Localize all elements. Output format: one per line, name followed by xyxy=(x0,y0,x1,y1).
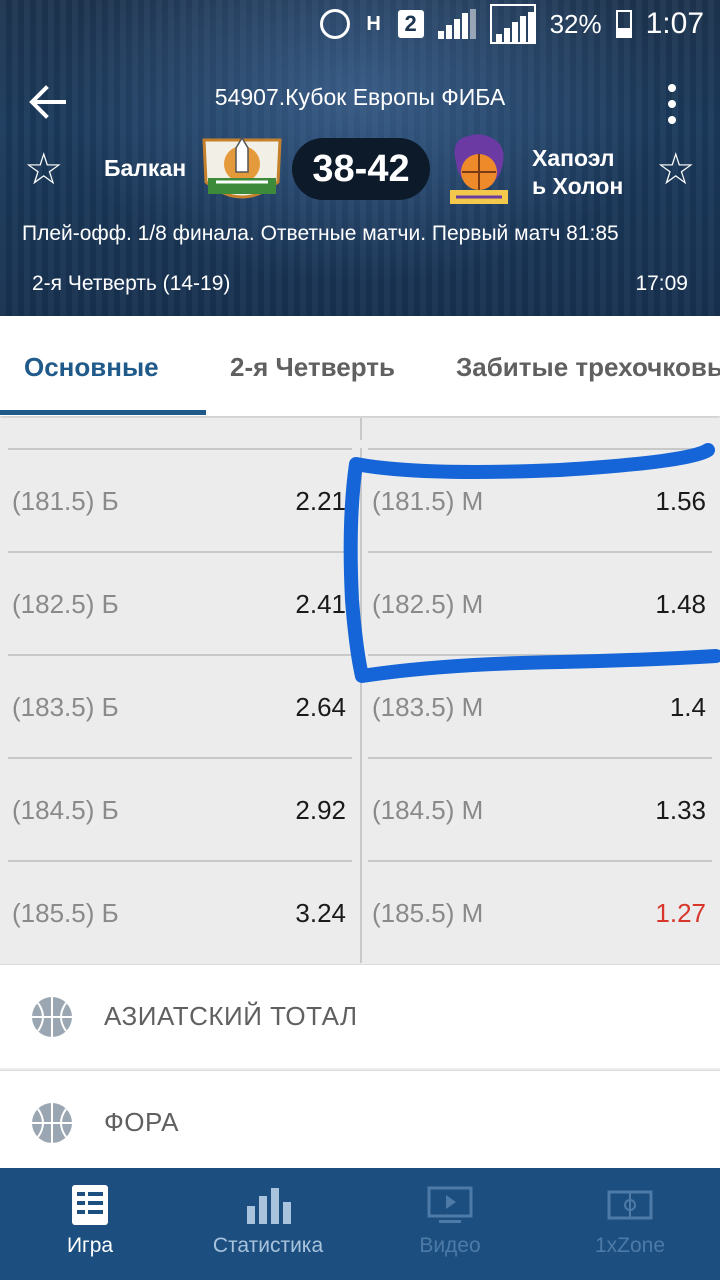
under-line-label: (182.5) М xyxy=(372,589,484,619)
over-odds-cell[interactable]: (185.5) Б 3.24 xyxy=(8,860,352,963)
column-divider xyxy=(360,448,362,551)
nav-label: 1xZone xyxy=(594,1234,666,1257)
under-odds-value: 1.33 xyxy=(655,795,706,825)
battery-percent: 32% xyxy=(549,8,602,39)
section-asian-total[interactable]: АЗИАТСКИЙ ТОТАЛ xyxy=(0,964,720,1068)
sim-badge: 2 xyxy=(397,10,424,38)
team-away-name: Хапоэл ь Холон xyxy=(532,144,623,200)
match-stage: Плей-офф. 1/8 финала. Ответные матчи. Пе… xyxy=(22,222,619,245)
under-line-label: (181.5) М xyxy=(372,486,484,516)
column-divider xyxy=(360,654,362,757)
match-clock: 17:09 xyxy=(635,272,688,295)
under-odds-value: 1.56 xyxy=(655,486,706,516)
network-type-icon: H xyxy=(364,13,384,35)
current-period: 2-я Четверть (14-19) xyxy=(32,272,231,295)
under-line-label: (183.5) М xyxy=(372,692,484,722)
under-odds-cell[interactable]: (184.5) М 1.33 xyxy=(368,757,712,860)
league-title: 54907.Кубок Европы ФИБА xyxy=(214,84,506,110)
over-odds-value: 2.92 xyxy=(295,795,346,825)
over-line-label: (183.5) Б xyxy=(12,692,119,722)
nav-game[interactable]: Игра xyxy=(0,1168,180,1280)
over-line-label: (182.5) Б xyxy=(12,589,119,619)
column-divider xyxy=(360,860,362,963)
under-odds-cell[interactable]: (182.5) М 1.48 xyxy=(368,551,712,654)
odds-row: (185.5) Б 3.24 (185.5) М 1.27 xyxy=(0,860,720,963)
under-odds-cell[interactable]: (183.5) М 1.4 xyxy=(368,654,712,757)
network-letter: H xyxy=(366,13,381,35)
more-options-icon[interactable] xyxy=(660,84,684,124)
tab-second-quarter[interactable]: 2-я Четверть xyxy=(230,352,395,383)
status-bar: H 2 32% 1:07 xyxy=(0,0,720,48)
active-tab-indicator xyxy=(0,410,206,415)
under-line-label: (184.5) М xyxy=(372,795,484,825)
under-odds-value: 1.27 xyxy=(655,898,706,928)
over-line-label: (185.5) Б xyxy=(12,898,119,928)
bottom-navigation: Игра Статистика Видео 1xZone xyxy=(0,1168,720,1280)
over-odds-value: 2.41 xyxy=(295,589,346,619)
under-line-label: (185.5) М xyxy=(372,898,484,928)
over-odds-value: 2.64 xyxy=(295,692,346,722)
tab-three-pointers[interactable]: Забитые трехочковые xyxy=(456,352,720,383)
over-line-label: (181.5) Б xyxy=(12,486,119,516)
tab-main[interactable]: Основные xyxy=(24,352,159,383)
clock-time: 1:07 xyxy=(645,7,704,40)
market-tabs: Основные 2-я Четверть Забитые трехочковы… xyxy=(0,316,720,416)
odds-row: (182.5) Б 2.41 (182.5) М 1.48 xyxy=(0,551,720,654)
under-odds-value: 1.48 xyxy=(655,589,706,619)
team-home-name: Балкан xyxy=(104,155,187,181)
total-odds-table: (181.5) Б 2.21 (181.5) М 1.56 (182.5) Б … xyxy=(0,418,720,963)
bar-chart-icon xyxy=(247,1188,291,1224)
over-odds-value: 3.24 xyxy=(295,898,346,928)
basketball-icon xyxy=(32,997,72,1037)
video-icon xyxy=(427,1186,473,1223)
basketball-icon xyxy=(32,1103,72,1143)
favorite-home-star-icon[interactable]: ☆ xyxy=(24,148,63,192)
over-line-label: (184.5) Б xyxy=(12,795,119,825)
team-away-name-line2: ь Холон xyxy=(532,173,624,199)
game-icon xyxy=(72,1185,108,1225)
back-arrow-icon[interactable] xyxy=(28,82,68,122)
alarm-icon xyxy=(319,9,350,39)
column-divider xyxy=(360,418,362,440)
under-odds-cell[interactable]: (181.5) М 1.56 xyxy=(368,448,712,551)
battery-icon xyxy=(615,10,632,38)
field-icon xyxy=(607,1190,653,1220)
over-odds-cell[interactable]: (183.5) Б 2.64 xyxy=(8,654,352,757)
over-odds-cell[interactable]: (184.5) Б 2.92 xyxy=(8,757,352,860)
over-odds-cell[interactable]: (181.5) Б 2.21 xyxy=(8,448,352,551)
team-away-logo xyxy=(450,134,508,204)
team-home-logo xyxy=(202,136,282,199)
over-odds-cell[interactable]: (182.5) Б 2.41 xyxy=(8,551,352,654)
nav-1xzone[interactable]: 1xZone xyxy=(540,1168,720,1280)
column-divider xyxy=(360,757,362,860)
nav-label: Игра xyxy=(66,1234,114,1257)
match-header: H 2 32% 1:07 54907.Кубок Европы ФИБА ☆ Б… xyxy=(0,0,720,316)
favorite-away-star-icon[interactable]: ☆ xyxy=(656,148,695,192)
odds-row: (184.5) Б 2.92 (184.5) М 1.33 xyxy=(0,757,720,860)
section-label: АЗИАТСКИЙ ТОТАЛ xyxy=(104,1001,358,1031)
over-odds-value: 2.21 xyxy=(295,486,346,516)
under-odds-value: 1.4 xyxy=(669,692,706,722)
odds-row: (181.5) Б 2.21 (181.5) М 1.56 xyxy=(0,448,720,551)
odds-row: (183.5) Б 2.64 (183.5) М 1.4 xyxy=(0,654,720,757)
nav-statistics[interactable]: Статистика xyxy=(178,1168,358,1280)
under-odds-cell[interactable]: (185.5) М 1.27 xyxy=(368,860,712,963)
section-label: ФОРА xyxy=(104,1107,179,1137)
nav-label: Видео xyxy=(419,1234,481,1257)
match-score: 38-42 xyxy=(292,138,430,200)
signal-icon xyxy=(437,9,476,39)
nav-label: Статистика xyxy=(212,1234,324,1257)
column-divider xyxy=(360,551,362,654)
nav-video[interactable]: Видео xyxy=(360,1168,540,1280)
signal-2-icon xyxy=(489,4,536,44)
team-away-name-line1: Хапоэл xyxy=(532,145,615,171)
section-handicap[interactable]: ФОРА xyxy=(0,1070,720,1174)
